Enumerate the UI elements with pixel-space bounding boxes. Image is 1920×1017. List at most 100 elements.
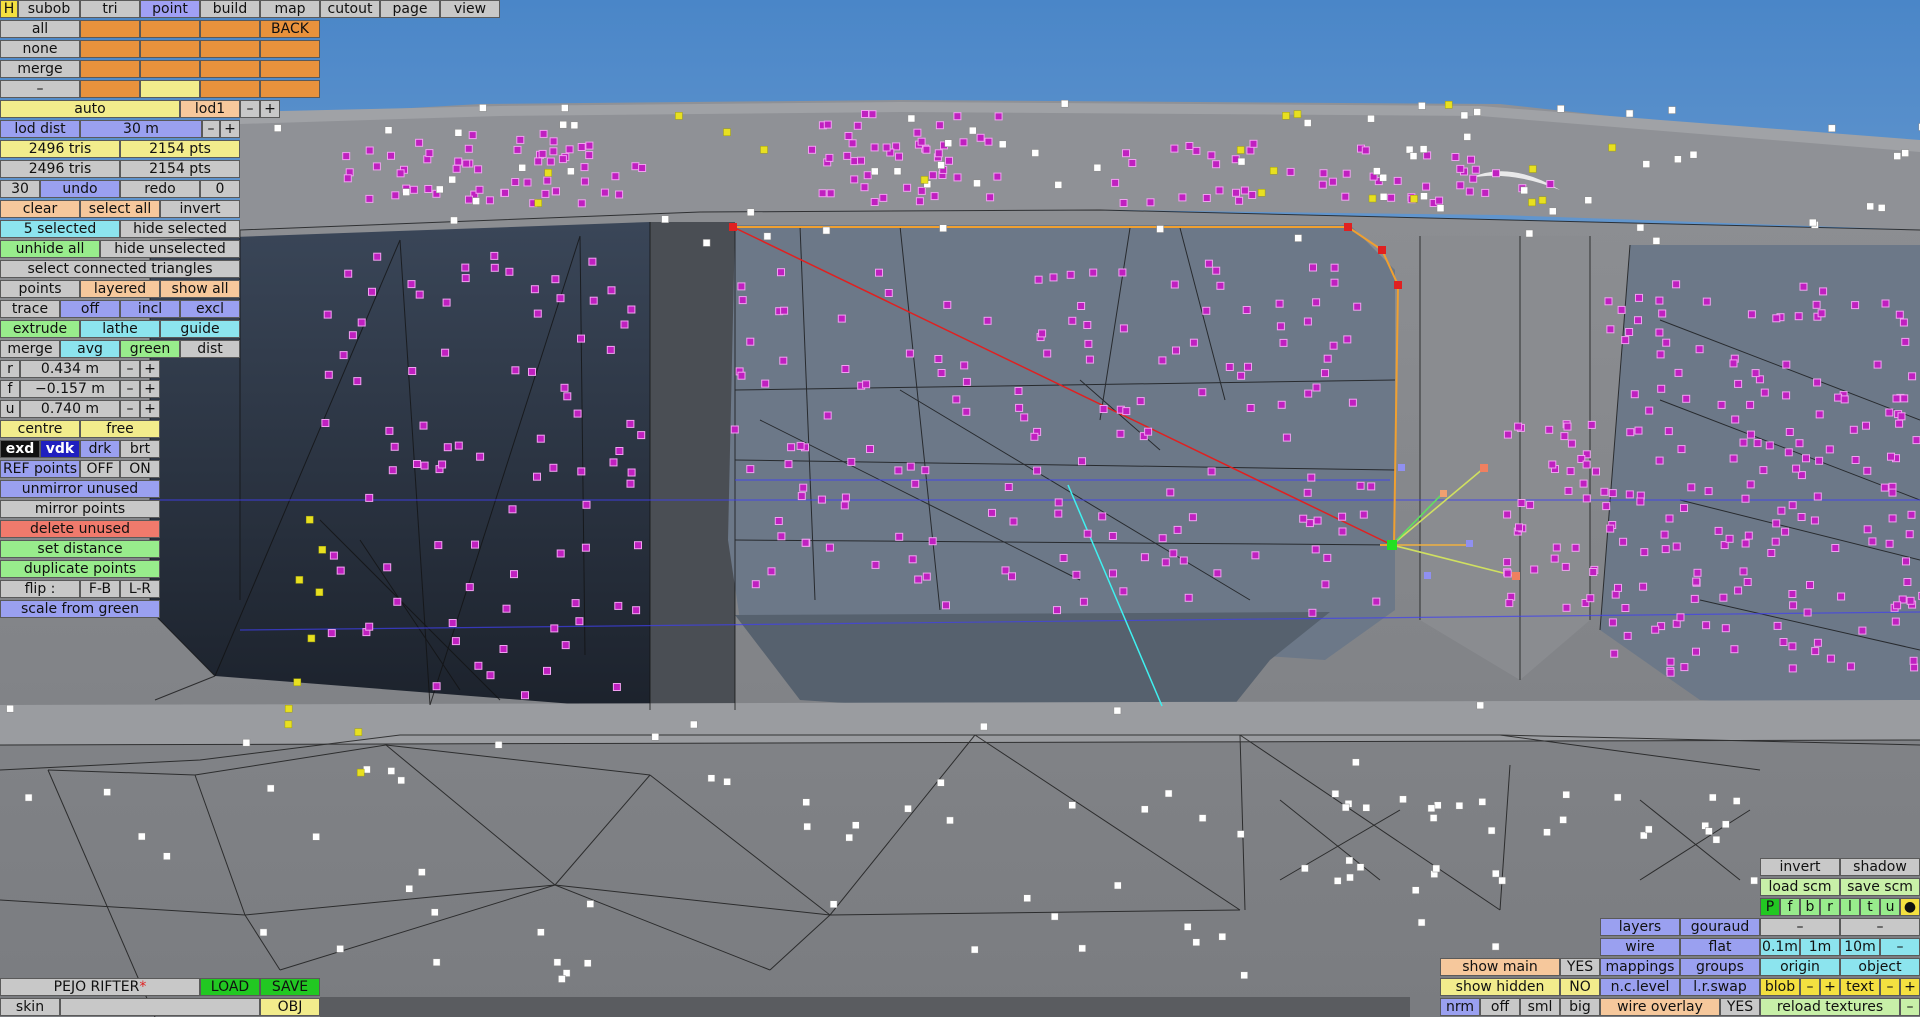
selection-slot[interactable]	[260, 80, 320, 98]
select-all-button[interactable]: all	[0, 20, 80, 38]
dash-right-button[interactable]: –	[1840, 918, 1920, 936]
selection-slot[interactable]	[140, 60, 200, 78]
drk-button[interactable]: drk	[80, 440, 120, 458]
save-scm-button[interactable]: save scm	[1840, 878, 1920, 896]
grid-1-button[interactable]: 1m	[1800, 938, 1840, 956]
undo-button[interactable]: undo	[40, 180, 120, 198]
green-button[interactable]: green	[120, 340, 180, 358]
selection-slot[interactable]	[260, 40, 320, 58]
ref-on-button[interactable]: ON	[120, 460, 160, 478]
selection-slot[interactable]	[80, 40, 140, 58]
grid-minus-button[interactable]: –	[1880, 938, 1920, 956]
lr-swap-button[interactable]: l.r.swap	[1680, 978, 1760, 996]
tab-view[interactable]: view	[440, 0, 500, 18]
selection-slot[interactable]	[140, 20, 200, 38]
view-dot-button[interactable]: ●	[1900, 898, 1920, 916]
tab-tri[interactable]: tri	[80, 0, 140, 18]
extrude-button[interactable]: extrude	[0, 320, 80, 338]
flat-button[interactable]: flat	[1680, 938, 1760, 956]
text-plus-button[interactable]: +	[1900, 978, 1920, 996]
selection-slot[interactable]	[260, 60, 320, 78]
dist-button[interactable]: dist	[180, 340, 240, 358]
ref-off-button[interactable]: OFF	[80, 460, 120, 478]
lod-dist-plus-button[interactable]: +	[220, 120, 240, 138]
merge-button[interactable]: merge	[0, 60, 80, 78]
selection-slot[interactable]	[80, 60, 140, 78]
flip-lr-button[interactable]: L-R	[120, 580, 160, 598]
load-button[interactable]: LOAD	[200, 978, 260, 996]
view-p-button[interactable]: P	[1760, 898, 1780, 916]
selection-slot[interactable]	[200, 80, 260, 98]
wire-overlay-value[interactable]: YES	[1720, 998, 1760, 1016]
centre-button[interactable]: centre	[0, 420, 80, 438]
free-button[interactable]: free	[80, 420, 160, 438]
select-none-button[interactable]: none	[0, 40, 80, 58]
reload-minus-button[interactable]: –	[1900, 998, 1920, 1016]
view-b-button[interactable]: b	[1800, 898, 1820, 916]
coord-f-plus-button[interactable]: +	[140, 380, 160, 398]
selection-slot[interactable]	[140, 80, 200, 98]
tab-cutout[interactable]: cutout	[320, 0, 380, 18]
selection-slot[interactable]	[200, 40, 260, 58]
view-t-button[interactable]: t	[1860, 898, 1880, 916]
wire-button[interactable]: wire	[1600, 938, 1680, 956]
coord-r-minus-button[interactable]: –	[120, 360, 140, 378]
merge-mode-button[interactable]: merge	[0, 340, 60, 358]
tab-build[interactable]: build	[200, 0, 260, 18]
dash-left-button[interactable]: –	[1760, 918, 1840, 936]
blob-plus-button[interactable]: +	[1820, 978, 1840, 996]
viewport-3d[interactable]	[0, 0, 1920, 1017]
show-main-value[interactable]: YES	[1560, 958, 1600, 976]
exd-button[interactable]: exd	[0, 440, 40, 458]
layered-mode-button[interactable]: layered	[80, 280, 160, 298]
show-all-button[interactable]: show all	[160, 280, 240, 298]
clear-button[interactable]: clear	[0, 200, 80, 218]
guide-button[interactable]: guide	[160, 320, 240, 338]
groups-button[interactable]: groups	[1680, 958, 1760, 976]
load-scm-button[interactable]: load scm	[1760, 878, 1840, 896]
points-mode-button[interactable]: points	[0, 280, 80, 298]
selection-slot[interactable]	[80, 20, 140, 38]
scale-from-green-button[interactable]: scale from green	[0, 600, 160, 618]
set-distance-button[interactable]: set distance	[0, 540, 160, 558]
show-main-button[interactable]: show main	[1440, 958, 1560, 976]
show-hidden-value[interactable]: NO	[1560, 978, 1600, 996]
tab-page[interactable]: page	[380, 0, 440, 18]
grid-01-button[interactable]: 0.1m	[1760, 938, 1800, 956]
flip-fb-button[interactable]: F-B	[80, 580, 120, 598]
invert-selection-button[interactable]: invert	[160, 200, 240, 218]
coord-u-minus-button[interactable]: –	[120, 400, 140, 418]
selection-slot[interactable]	[200, 20, 260, 38]
select-connected-button[interactable]: select connected triangles	[0, 260, 240, 278]
coord-r-plus-button[interactable]: +	[140, 360, 160, 378]
show-hidden-button[interactable]: show hidden	[1440, 978, 1560, 996]
selection-slot[interactable]	[200, 60, 260, 78]
coord-u-value[interactable]: 0.740 m	[20, 400, 120, 418]
tab-point[interactable]: point	[140, 0, 200, 18]
trace-button[interactable]: trace	[0, 300, 60, 318]
gouraud-button[interactable]: gouraud	[1680, 918, 1760, 936]
selection-slot[interactable]	[80, 80, 140, 98]
brt-button[interactable]: brt	[120, 440, 160, 458]
coord-f-value[interactable]: −0.157 m	[20, 380, 120, 398]
grid-10-button[interactable]: 10m	[1840, 938, 1880, 956]
big-button[interactable]: big	[1560, 998, 1600, 1016]
view-f-button[interactable]: f	[1780, 898, 1800, 916]
wire-overlay-button[interactable]: wire overlay	[1600, 998, 1720, 1016]
unhide-all-button[interactable]: unhide all	[0, 240, 100, 258]
coord-r-value[interactable]: 0.434 m	[20, 360, 120, 378]
trace-incl-button[interactable]: incl	[120, 300, 180, 318]
trace-off-button[interactable]: off	[60, 300, 120, 318]
duplicate-points-button[interactable]: duplicate points	[0, 560, 160, 578]
text-minus-button[interactable]: –	[1880, 978, 1900, 996]
coord-u-plus-button[interactable]: +	[140, 400, 160, 418]
text-button[interactable]: text	[1840, 978, 1880, 996]
tab-subob[interactable]: subob	[18, 0, 80, 18]
obj-button[interactable]: OBJ	[260, 998, 320, 1016]
blob-minus-button[interactable]: –	[1800, 978, 1820, 996]
lod-auto-button[interactable]: auto	[0, 100, 180, 118]
redo-button[interactable]: redo	[120, 180, 200, 198]
back-button[interactable]: BACK	[260, 20, 320, 38]
blob-button[interactable]: blob	[1760, 978, 1800, 996]
skin-field[interactable]	[60, 998, 260, 1016]
